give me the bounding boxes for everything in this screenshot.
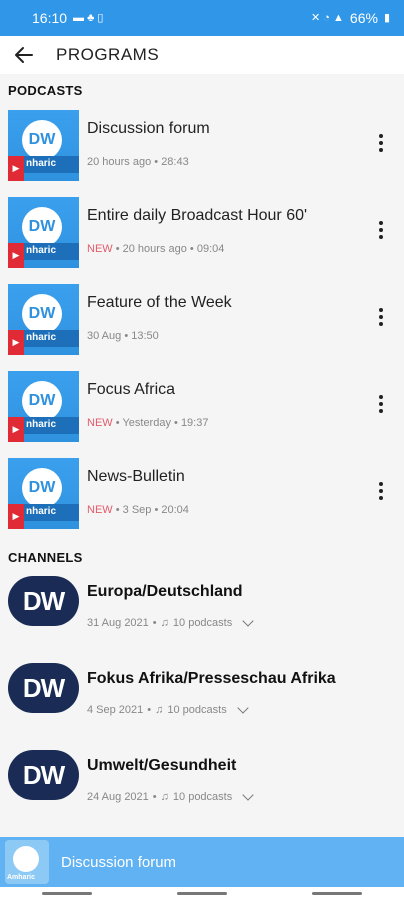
new-badge: NEW <box>87 504 113 516</box>
new-badge: NEW <box>87 417 113 429</box>
podcast-item[interactable]: DW nharic ▶ Feature of the Week 30 Aug •… <box>0 280 404 367</box>
play-icon: ▶ <box>8 156 24 181</box>
nav-handle[interactable] <box>176 892 227 895</box>
podcast-meta: 20 hours ago • 28:43 <box>87 156 189 168</box>
more-options-icon[interactable] <box>378 482 384 500</box>
signal-wifi-icons: ✕ ◔ ▲ <box>311 11 344 24</box>
more-options-icon[interactable] <box>378 308 384 326</box>
dw-channel-logo-icon: DW <box>8 663 79 713</box>
channel-title: Fokus Afrika/Presseschau Afrika <box>87 670 336 687</box>
thumb-language-label: nharic <box>26 419 57 430</box>
podcast-title: Feature of the Week <box>87 294 232 311</box>
page-title: PROGRAMS <box>56 45 160 64</box>
play-icon: ▶ <box>8 417 24 442</box>
more-options-icon[interactable] <box>378 395 384 413</box>
battery-level: 66% <box>349 10 378 26</box>
programs-list[interactable]: PODCASTS DW nharic ▶ Discussion forum 20… <box>0 74 404 837</box>
podcast-item[interactable]: DW nharic ▶ Discussion forum 20 hours ag… <box>0 106 404 193</box>
status-time: 16:10 <box>32 10 68 26</box>
player-thumbnail: Amharic <box>5 840 49 884</box>
podcast-meta: 30 Aug • 13:50 <box>87 330 159 342</box>
mini-player[interactable]: Amharic Discussion forum <box>0 837 404 887</box>
back-arrow-icon[interactable] <box>12 43 36 67</box>
player-thumb-label: Amharic <box>7 874 36 881</box>
channel-title: Europa/Deutschland <box>87 583 243 600</box>
dw-channel-logo-icon: DW <box>8 750 79 800</box>
player-title: Discussion forum <box>61 853 177 871</box>
channel-title: Umwelt/Gesundheit <box>87 757 237 774</box>
podcast-item[interactable]: DW nharic ▶ News-Bulletin NEW • 3 Sep • … <box>0 454 404 541</box>
podcast-meta: NEW • 20 hours ago • 09:04 <box>87 243 225 255</box>
podcast-thumbnail: DW nharic ▶ <box>8 197 79 268</box>
thumb-language-label: nharic <box>26 158 57 169</box>
thumb-language-label: nharic <box>26 332 57 343</box>
channel-meta: 4 Sep 2021 • ♫ 10 podcasts <box>87 702 249 716</box>
notification-icons: ▬ ♣ ▯ <box>73 11 104 24</box>
dw-logo-icon: DW <box>22 207 62 247</box>
podcast-thumbnail: DW nharic ▶ <box>8 110 79 181</box>
podcast-item[interactable]: DW nharic ▶ Entire daily Broadcast Hour … <box>0 193 404 280</box>
chevron-down-icon[interactable] <box>242 789 254 801</box>
system-nav-bar <box>0 887 404 900</box>
podcast-item[interactable]: DW nharic ▶ Focus Africa NEW • Yesterday… <box>0 367 404 454</box>
app-bar: PROGRAMS <box>0 36 404 74</box>
dw-logo-icon: DW <box>22 120 62 160</box>
nav-handle[interactable] <box>311 892 362 895</box>
channels-section-title: CHANNELS <box>8 549 83 565</box>
podcast-thumbnail: DW nharic ▶ <box>8 458 79 529</box>
play-icon: ▶ <box>8 504 24 529</box>
status-bar: 16:10 ▬ ♣ ▯ ✕ ◔ ▲ 66% ▮ <box>0 0 404 36</box>
podcast-title: News-Bulletin <box>87 468 185 485</box>
headphones-icon: ♫ <box>160 791 169 803</box>
more-options-icon[interactable] <box>378 221 384 239</box>
thumb-language-label: nharic <box>26 506 57 517</box>
dw-logo-icon: DW <box>22 294 62 334</box>
channel-item[interactable]: DW Fokus Afrika/Presseschau Afrika 4 Sep… <box>0 660 404 747</box>
headphones-icon: ♫ <box>155 704 164 716</box>
podcast-meta: NEW • 3 Sep • 20:04 <box>87 504 189 516</box>
thumb-language-label: nharic <box>26 245 57 256</box>
channel-item[interactable]: DW Europa/Deutschland 31 Aug 2021 • ♫ 10… <box>0 573 404 660</box>
podcast-title: Discussion forum <box>87 120 210 137</box>
podcasts-section-title: PODCASTS <box>8 82 83 98</box>
new-badge: NEW <box>87 243 113 255</box>
play-icon: ▶ <box>8 243 24 268</box>
channel-item[interactable]: DW Umwelt/Gesundheit 24 Aug 2021 • ♫ 10 … <box>0 747 404 834</box>
nav-handle[interactable] <box>42 892 93 895</box>
podcast-meta: NEW • Yesterday • 19:37 <box>87 417 209 429</box>
dw-logo-icon: DW <box>22 381 62 421</box>
more-options-icon[interactable] <box>378 134 384 152</box>
podcast-thumbnail: DW nharic ▶ <box>8 371 79 442</box>
channel-meta: 24 Aug 2021 • ♫ 10 podcasts <box>87 789 254 803</box>
chevron-down-icon[interactable] <box>237 702 249 714</box>
dw-channel-logo-icon: DW <box>8 576 79 626</box>
podcast-title: Focus Africa <box>87 381 176 398</box>
dw-logo-icon: DW <box>22 468 62 508</box>
battery-icon: ▮ <box>383 11 390 24</box>
podcast-title: Entire daily Broadcast Hour 60' <box>87 207 308 224</box>
channel-meta: 31 Aug 2021 • ♫ 10 podcasts <box>87 615 254 629</box>
podcast-thumbnail: DW nharic ▶ <box>8 284 79 355</box>
headphones-icon: ♫ <box>160 617 169 629</box>
chevron-down-icon[interactable] <box>242 615 254 627</box>
play-icon: ▶ <box>8 330 24 355</box>
